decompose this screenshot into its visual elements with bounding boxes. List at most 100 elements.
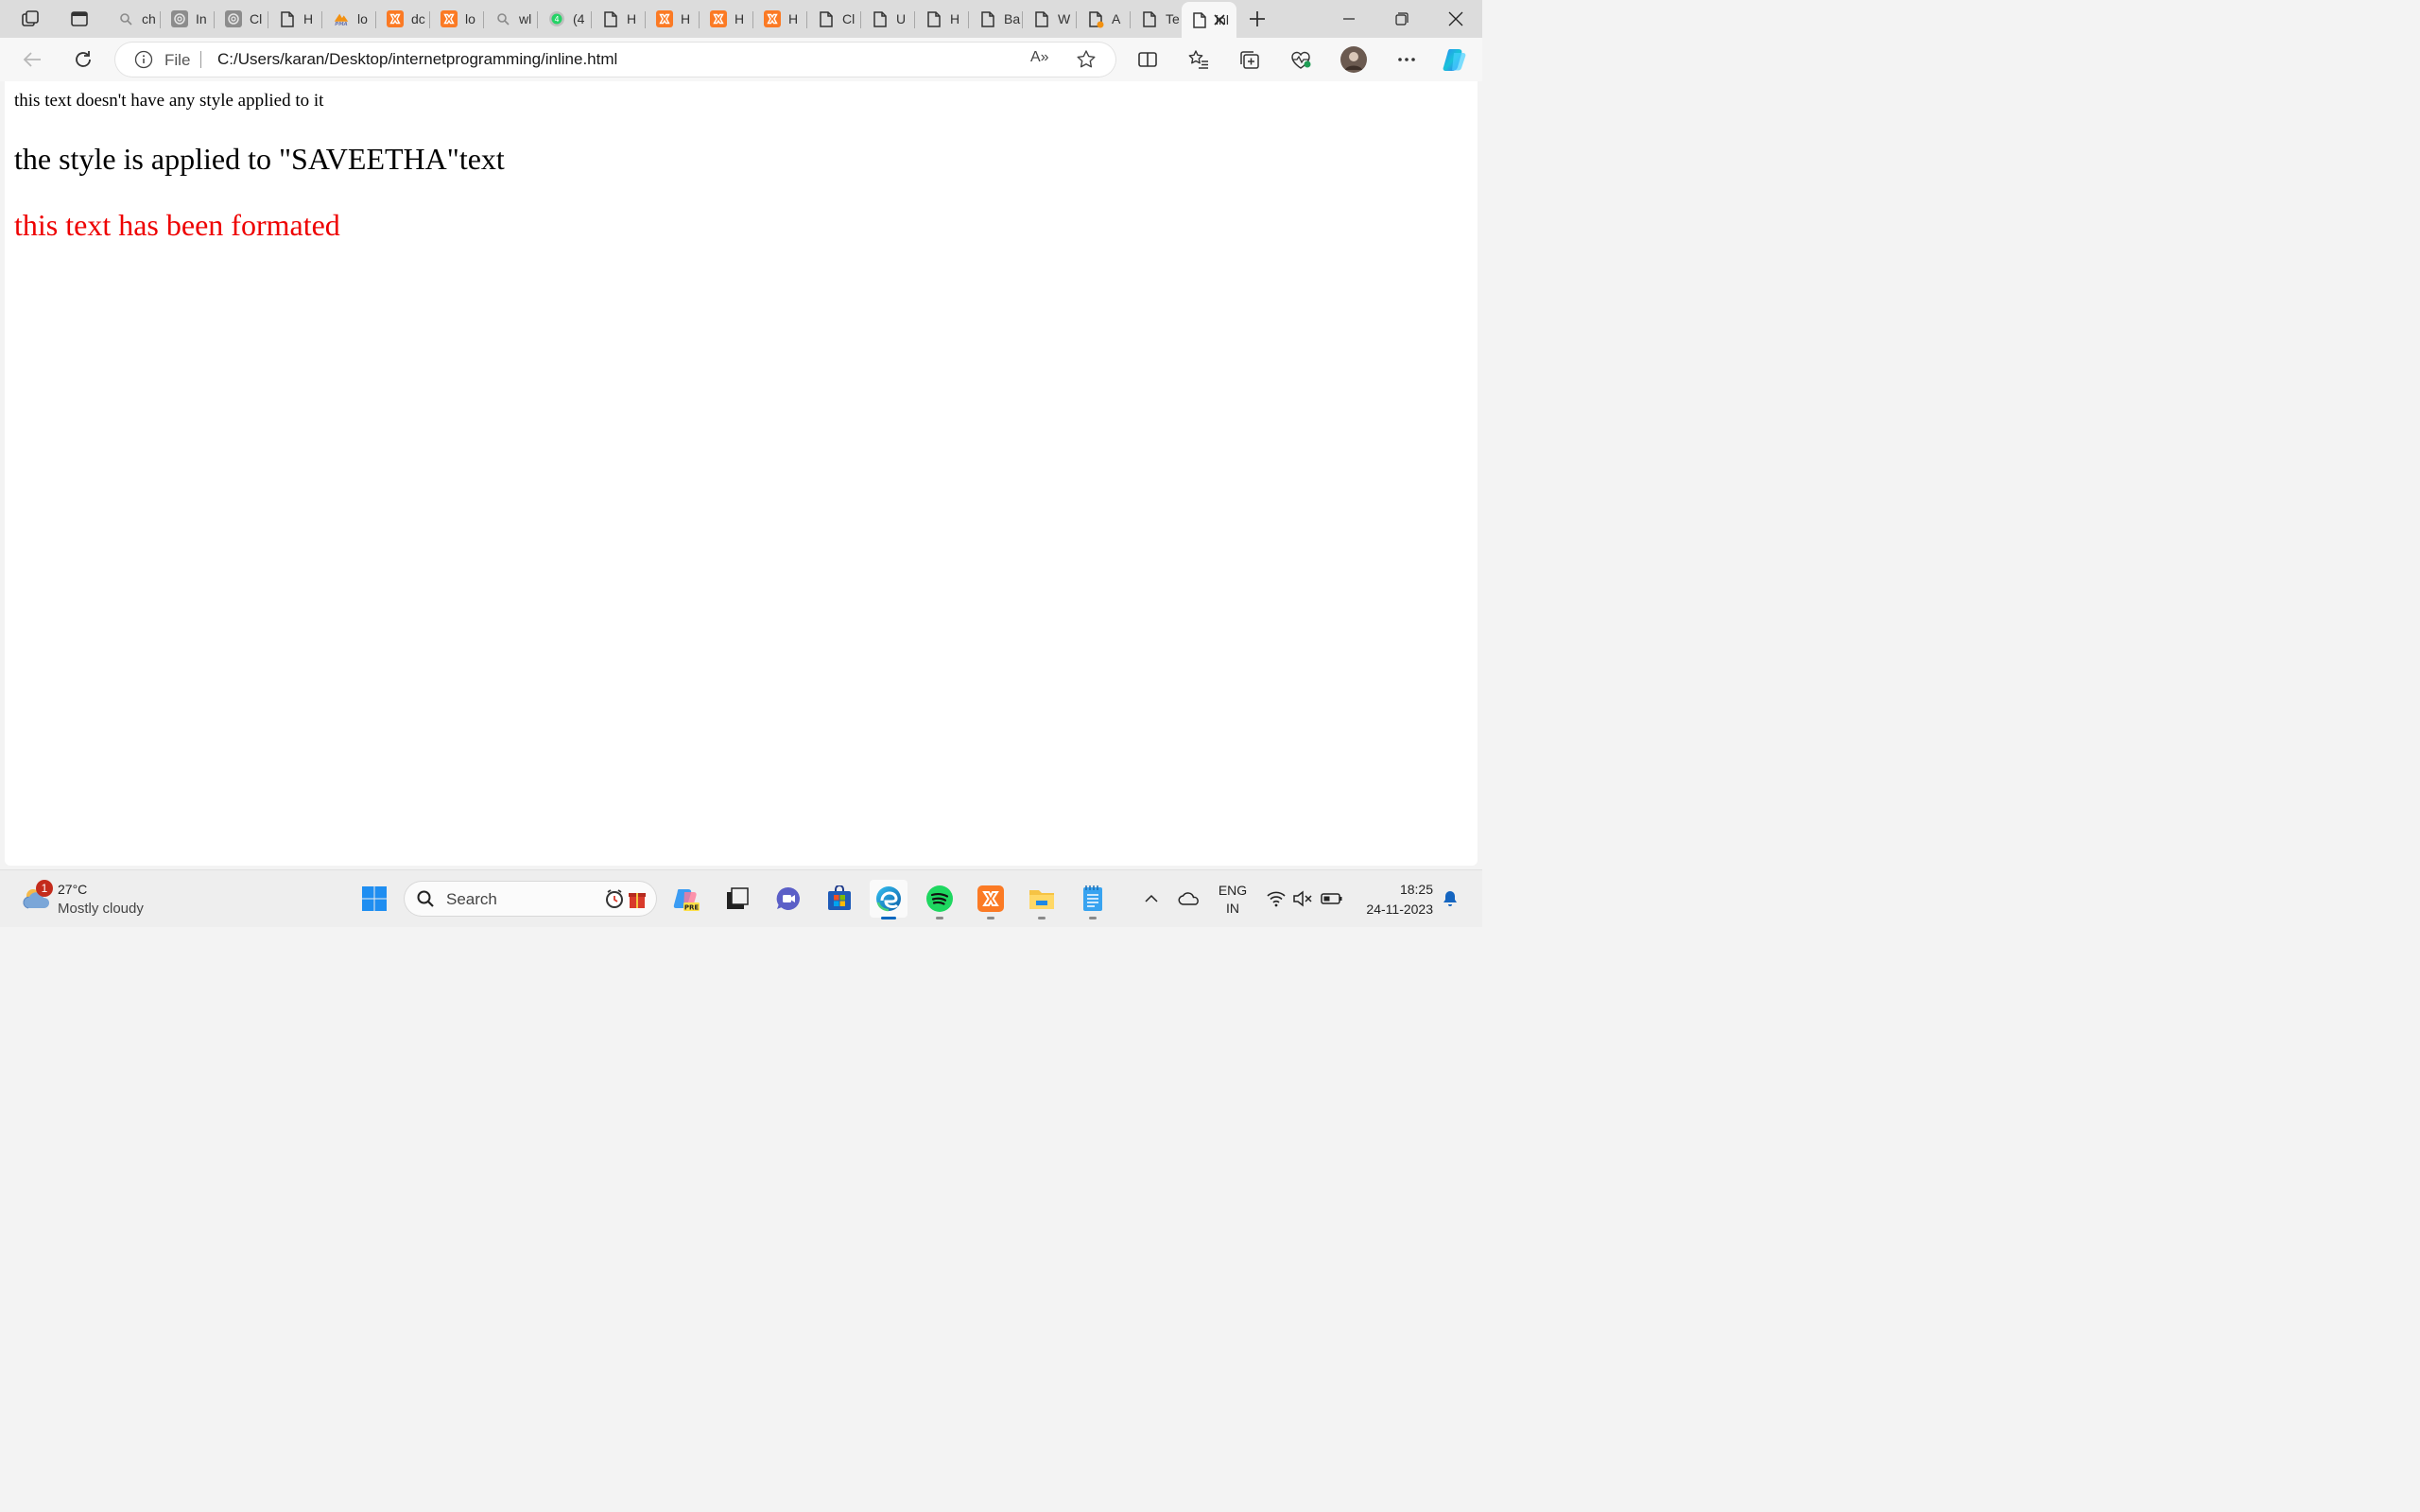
file-explorer-icon[interactable] [1023,880,1061,919]
browser-essentials-icon[interactable] [1286,44,1316,75]
tab-label: Te [1166,11,1180,26]
back-button[interactable] [17,44,47,75]
tab-separator [321,11,322,28]
tab-separator [699,11,700,28]
running-indicator [1089,917,1097,919]
copilot-icon[interactable] [1441,44,1471,75]
tab-item[interactable]: Ba [970,6,1023,32]
tab-label: H [788,11,799,26]
refresh-button[interactable] [68,44,98,75]
tab-item[interactable]: H [647,6,700,32]
tab-item[interactable]: In [162,6,215,32]
styled-text-line: the style is applied to "SAVEETHA"text [14,142,505,176]
split-screen-icon[interactable] [1132,44,1163,75]
search-label: Search [446,890,497,908]
close-window-button[interactable] [1429,0,1482,38]
document-icon [1087,10,1104,28]
task-view-icon[interactable] [718,880,756,918]
tab-item[interactable]: Cl [216,6,268,32]
tab-actions-icon[interactable] [66,6,93,32]
tab-separator [968,11,969,28]
tab-item[interactable]: H [754,6,807,32]
xampp-icon [387,10,404,27]
onedrive-cloud-icon[interactable] [1176,870,1202,927]
favorite-star-icon[interactable] [1076,49,1098,72]
tab-separator [914,11,915,28]
volume-muted-icon[interactable] [1291,870,1314,927]
tab-separator [645,11,646,28]
address-bar[interactable]: File C:/Users/karan/Desktop/internetprog… [115,43,1115,77]
document-icon [602,10,619,27]
tab-item[interactable]: Te [1132,6,1184,32]
tab-label: H [735,11,745,26]
system-clock[interactable]: 18:25 24-11-2023 [1354,880,1433,919]
show-hidden-icons-chevron-up-icon[interactable] [1140,870,1163,927]
copilot-preview-icon[interactable]: PRE [667,880,705,918]
xampp-icon [710,10,727,27]
tab-label: H [950,11,960,26]
tab-item[interactable]: wl [485,6,538,32]
tab-separator [1076,11,1077,28]
tab-label: A [1112,11,1121,26]
running-indicator [987,917,994,919]
url-text[interactable]: C:/Users/karan/Desktop/internetprogrammi… [217,50,617,69]
tab-separator [483,11,484,28]
weather-widget[interactable]: 1 27°C Mostly cloudy [17,878,168,921]
tab-item[interactable]: dc [377,6,430,32]
workspaces-icon[interactable] [17,6,43,32]
tab-item[interactable]: U [862,6,915,32]
tab-item[interactable]: lo [431,6,484,32]
svg-text:PMA: PMA [335,22,347,27]
tab-label: Cl [250,11,263,26]
tab-label: H [303,11,314,26]
new-tab-button[interactable] [1244,6,1270,32]
favorites-icon[interactable] [1184,44,1214,75]
restore-button[interactable] [1375,0,1428,38]
tab-separator [806,11,807,28]
tab-item[interactable]: H [916,6,969,32]
close-tab-icon[interactable] [1212,12,1227,27]
taskbar-search-input[interactable]: Search [405,882,656,916]
whatsapp-icon: 4 [548,10,565,27]
tab-item[interactable]: PMA lo [323,6,376,32]
tab-separator [860,11,861,28]
edge-browser-icon[interactable] [870,880,908,919]
svg-text:4: 4 [554,15,559,24]
weather-alert-badge: 1 [36,880,53,897]
tab-item[interactable]: A [1078,6,1131,32]
start-button[interactable] [355,880,393,918]
battery-icon[interactable] [1320,870,1344,927]
openai-icon [171,10,188,27]
wifi-icon[interactable] [1265,870,1288,927]
tab-item[interactable]: W [1024,6,1077,32]
minimize-button[interactable] [1322,0,1375,38]
document-icon [1191,11,1208,28]
tab-separator [537,11,538,28]
tab-item[interactable]: H [593,6,646,32]
notepad-icon[interactable] [1074,880,1112,919]
spotify-icon[interactable] [921,880,959,919]
tab-label: H [681,11,691,26]
tab-label: In [196,11,207,26]
tab-item[interactable]: H [269,6,322,32]
notification-bell-icon[interactable] [1439,870,1461,927]
read-aloud-icon[interactable]: A» [1030,49,1053,70]
profile-avatar[interactable] [1339,44,1369,75]
more-menu-icon[interactable] [1392,44,1422,75]
tab-item[interactable]: Cl [808,6,861,32]
input-language-indicator[interactable]: ENG IN [1214,882,1252,918]
microsoft-store-icon[interactable] [821,880,858,918]
collections-icon[interactable] [1235,44,1265,75]
search-icon [416,889,435,908]
tab-item[interactable]: 4 (4 [539,6,592,32]
scheme-label: File [164,51,191,69]
tab-item[interactable]: H [700,6,753,32]
tab-item[interactable]: ch [108,6,161,32]
tab-active[interactable]: inl [1182,2,1236,38]
tab-label: lo [465,11,475,26]
xampp-control-icon[interactable] [972,880,1010,919]
tab-label: H [627,11,637,26]
info-icon[interactable] [134,50,153,69]
tab-label: dc [411,11,425,26]
teams-chat-icon[interactable] [769,880,807,918]
